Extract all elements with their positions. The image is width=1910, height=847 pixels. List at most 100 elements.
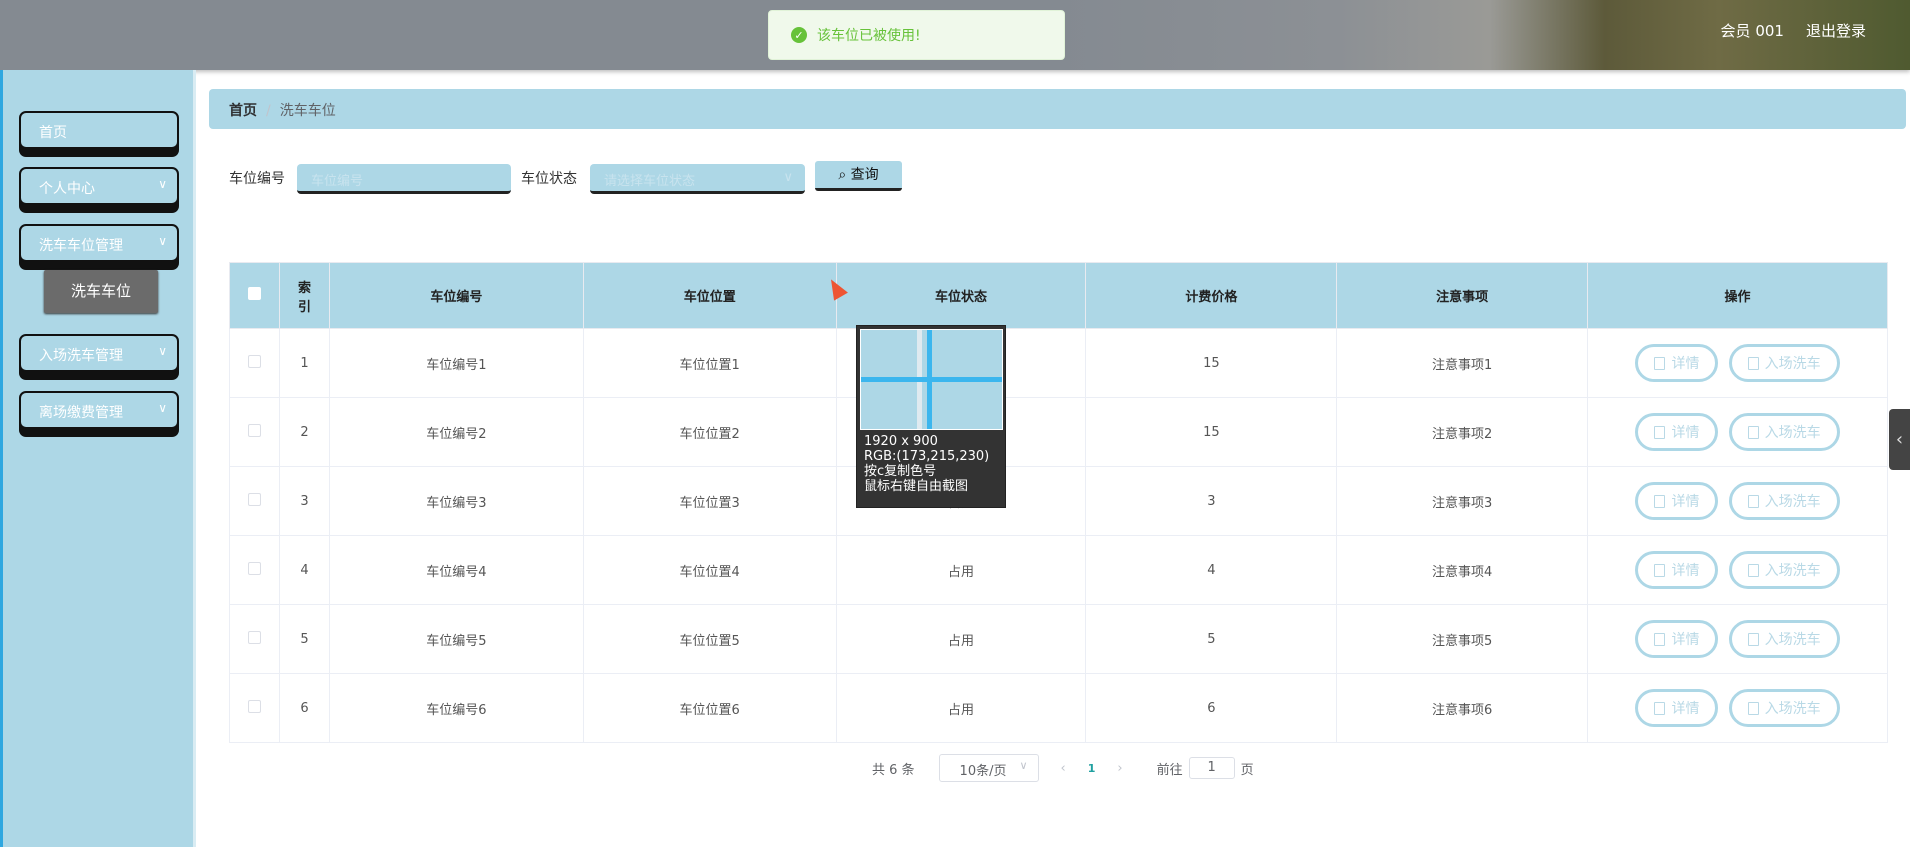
chevron-down-icon: ∨ [158,234,167,248]
cell-status: 占用 [835,604,1087,674]
spot-status-select[interactable]: 请选择车位状态 ∨ [590,164,805,194]
row-checkbox[interactable] [229,535,280,605]
page-size-select[interactable]: 10条/页 ∨ [938,754,1039,782]
enter-wash-button[interactable]: 入场洗车 [1728,482,1840,520]
cell-position: 车位位置5 [582,604,837,674]
detail-button[interactable]: 详情 [1635,413,1719,451]
chevron-down-icon: ∨ [783,170,793,185]
detail-button[interactable]: 详情 [1635,689,1719,727]
table-row: 2 车位编号2 车位位置2 可用 15 注意事项2 详情 入场洗车 [229,397,1888,467]
sidebar-item-spot-management[interactable]: 洗车车位管理 ∨ [19,224,179,262]
sidebar-item-label: 洗车车位管理 [39,238,123,254]
logout-link[interactable]: 退出登录 [1806,20,1866,41]
search-button[interactable]: ⌕ 查询 [815,161,902,191]
breadcrumb-home[interactable]: 首页 [229,103,257,119]
breadcrumb-current: 洗车车位 [279,103,336,119]
table-row: 5 车位编号5 车位位置5 占用 5 注意事项5 详情 入场洗车 [229,604,1888,674]
cell-price: 5 [1085,604,1338,674]
prev-page-button[interactable]: ‹ [1061,761,1066,776]
header-price: 计费价格 [1085,262,1338,329]
header-index: 索引 [278,262,330,329]
enter-wash-button[interactable]: 入场洗车 [1728,413,1840,451]
cell-note: 注意事项6 [1336,673,1589,743]
sidebar-subitem-wash-spot[interactable]: 洗车车位 [44,270,158,313]
enter-wash-button-label: 入场洗车 [1764,425,1821,441]
table-row: 3 车位编号3 车位位置3 占用 3 注意事项3 详情 入场洗车 [229,466,1888,536]
cell-position: 车位位置4 [582,535,837,605]
breadcrumb-separator: / [266,103,271,119]
row-checkbox[interactable] [229,466,280,536]
chevron-down-icon: ∨ [158,177,167,191]
enter-wash-button[interactable]: 入场洗车 [1728,689,1840,727]
picker-size: 1920 x 900 [864,434,938,449]
table-row: 1 车位编号1 车位位置1 15 注意事项1 详情 入场洗车 [229,328,1888,398]
cell-actions: 详情 入场洗车 [1587,397,1888,467]
row-checkbox[interactable] [229,673,280,743]
detail-button[interactable]: 详情 [1635,482,1719,520]
cell-note: 注意事项1 [1336,328,1589,398]
detail-button[interactable]: 详情 [1635,551,1719,589]
cell-code: 车位编号3 [328,466,584,536]
header-code: 车位编号 [328,262,584,329]
page-number-1[interactable]: 1 [1088,762,1096,775]
detail-button[interactable]: 详情 [1635,344,1719,382]
cell-actions: 详情 入场洗车 [1587,328,1888,398]
spot-status-label: 车位状态 [521,171,577,187]
row-checkbox[interactable] [229,328,280,398]
header-actions: 操作 [1587,262,1888,329]
enter-wash-button-label: 入场洗车 [1764,701,1821,717]
chevron-down-icon: ∨ [1019,759,1028,772]
table-row: 6 车位编号6 车位位置6 占用 6 注意事项6 详情 入场洗车 [229,673,1888,743]
user-name: 001 [1755,22,1784,40]
cell-position: 车位位置3 [582,466,837,536]
sidebar-item-personal-center[interactable]: 个人中心 ∨ [19,167,179,205]
cell-note: 注意事项4 [1336,535,1589,605]
table-row: 4 车位编号4 车位位置4 占用 4 注意事项4 详情 入场洗车 [229,535,1888,605]
document-icon [1654,356,1666,370]
document-icon [1654,425,1666,439]
enter-wash-button[interactable]: 入场洗车 [1728,551,1840,589]
user-label: 会员 [1720,22,1751,40]
cell-index: 4 [278,535,330,605]
header-position: 车位位置 [582,262,837,329]
cell-code: 车位编号6 [328,673,584,743]
search-button-label: 查询 [850,167,879,183]
magnifier-preview [860,329,1003,430]
picker-hint-copy: 按c复制色号 [864,464,937,479]
spot-code-input[interactable]: 车位编号 [297,164,511,194]
document-icon [1654,563,1666,577]
document-icon [1747,356,1759,370]
sidebar-item-exit-payment[interactable]: 离场缴费管理 ∨ [19,391,179,429]
cell-code: 车位编号4 [328,535,584,605]
detail-button[interactable]: 详情 [1635,620,1719,658]
select-all-checkbox[interactable] [229,262,280,329]
cell-price: 4 [1085,535,1338,605]
total-count: 共 6 条 [872,762,915,778]
sidebar-item-entry-management[interactable]: 入场洗车管理 ∨ [19,334,179,372]
row-checkbox[interactable] [229,397,280,467]
check-circle-icon: ✓ [791,27,807,43]
toast-message: 该车位已被使用! [817,28,921,44]
sidebar-item-home[interactable]: 首页 [19,111,179,149]
search-icon: ⌕ [838,167,847,183]
sidebar-item-label: 入场洗车管理 [39,348,123,364]
next-page-button[interactable]: › [1117,761,1122,776]
cell-price: 3 [1085,466,1338,536]
cell-code: 车位编号1 [328,328,584,398]
chevron-left-icon: ‹ [1895,429,1904,450]
enter-wash-button[interactable]: 入场洗车 [1728,620,1840,658]
cell-code: 车位编号5 [328,604,584,674]
cell-position: 车位位置1 [582,328,837,398]
cell-status: 占用 [835,673,1087,743]
row-checkbox[interactable] [229,604,280,674]
goto-page-input[interactable]: 1 [1188,757,1235,779]
document-icon [1654,632,1666,646]
collapse-panel-button[interactable]: ‹ [1889,409,1910,470]
picker-rgb: RGB:(173,215,230) [864,449,990,464]
cell-position: 车位位置6 [582,673,837,743]
cell-actions: 详情 入场洗车 [1587,673,1888,743]
cell-actions: 详情 入场洗车 [1587,535,1888,605]
enter-wash-button[interactable]: 入场洗车 [1728,344,1840,382]
enter-wash-button-label: 入场洗车 [1764,563,1821,579]
cell-position: 车位位置2 [582,397,837,467]
